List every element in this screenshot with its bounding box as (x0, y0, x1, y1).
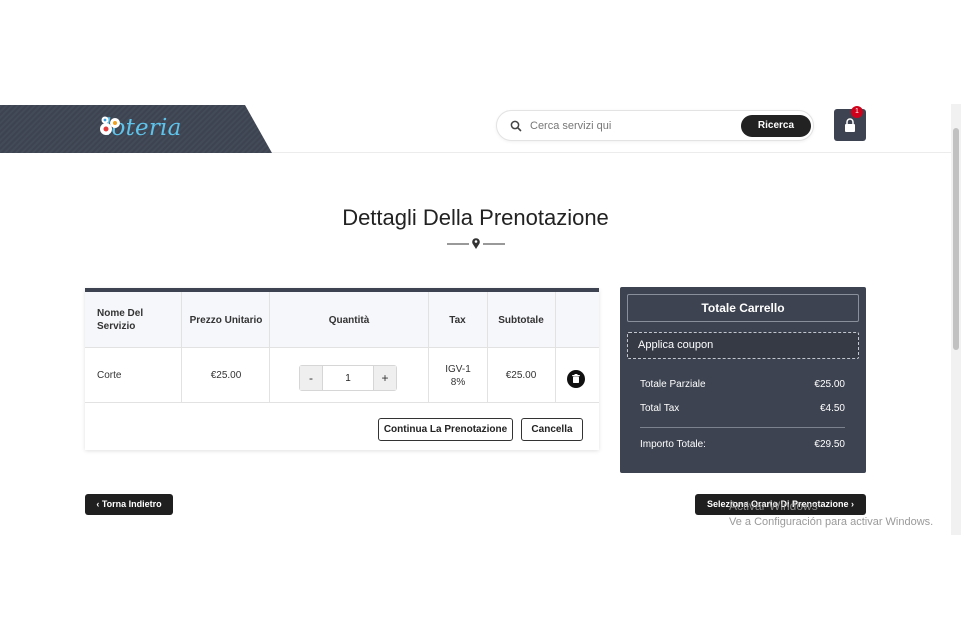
back-button[interactable]: ‹ Torna Indietro (85, 494, 173, 515)
column-header-name: Nome Del Servizio (97, 308, 144, 332)
continue-booking-button[interactable]: Continua La Prenotazione (378, 418, 513, 441)
cart-total-title: Totale Carrello (627, 294, 859, 322)
row-divider (85, 402, 599, 403)
service-name-cell: Corte (97, 370, 122, 381)
search-button[interactable]: Ricerca (741, 115, 811, 137)
unit-price-cell: €25.00 (210, 370, 242, 381)
cart-total-panel: Totale Carrello Applica coupon Totale Pa… (620, 287, 866, 473)
tax-label: Total Tax (640, 403, 680, 414)
quantity-increase-button[interactable]: + (374, 366, 396, 390)
total-amount-value: €29.50 (814, 439, 845, 450)
tax-value: €4.50 (819, 403, 845, 414)
subtotal-label: Totale Parziale (640, 379, 706, 390)
totals-divider (640, 427, 845, 428)
windows-activation-watermark: Activar Windows Ve a Configuración para … (729, 498, 933, 530)
column-divider (555, 292, 556, 402)
map-pin-divider-icon (447, 238, 505, 249)
scrollbar-thumb[interactable] (953, 128, 959, 350)
column-header-quantity: Quantità (328, 314, 370, 326)
tax-cell: IGV-18% (445, 363, 471, 388)
quantity-stepper: - + (299, 365, 397, 391)
search-input[interactable] (530, 116, 730, 136)
subtotal-cell: €25.00 (505, 370, 537, 381)
logo-band: loteria (0, 105, 272, 153)
page-title: Dettagli Della Prenotazione (342, 205, 609, 230)
watermark-title: Activar Windows (729, 499, 818, 513)
cart-count-badge: 1 (851, 106, 863, 118)
delete-item-button[interactable] (567, 370, 585, 388)
watermark-subtitle: Ve a Configuración para activar Windows. (729, 516, 934, 528)
subtotal-value: €25.00 (814, 379, 845, 390)
quantity-decrease-button[interactable]: - (300, 366, 322, 390)
trash-icon (572, 374, 580, 383)
column-divider (428, 292, 429, 402)
search-icon (510, 120, 522, 132)
cancel-button[interactable]: Cancella (521, 418, 583, 441)
booking-table: Nome Del Servizio Prezzo Unitario Quanti… (85, 288, 599, 450)
column-header-price: Prezzo Unitario (189, 314, 263, 326)
search-bar: Ricerca (496, 110, 814, 141)
site-logo[interactable]: loteria (99, 115, 182, 141)
table-header: Nome Del Servizio Prezzo Unitario Quanti… (85, 292, 599, 348)
lottery-balls-icon (100, 116, 120, 135)
quantity-input[interactable] (322, 366, 374, 390)
site-header: loteria Ricerca 1 (0, 104, 952, 153)
column-header-subtotal: Subtotale (498, 314, 544, 326)
column-header-tax: Tax (449, 314, 466, 326)
apply-coupon-toggle[interactable]: Applica coupon (627, 332, 859, 359)
total-amount-label: Importo Totale: (640, 439, 706, 450)
